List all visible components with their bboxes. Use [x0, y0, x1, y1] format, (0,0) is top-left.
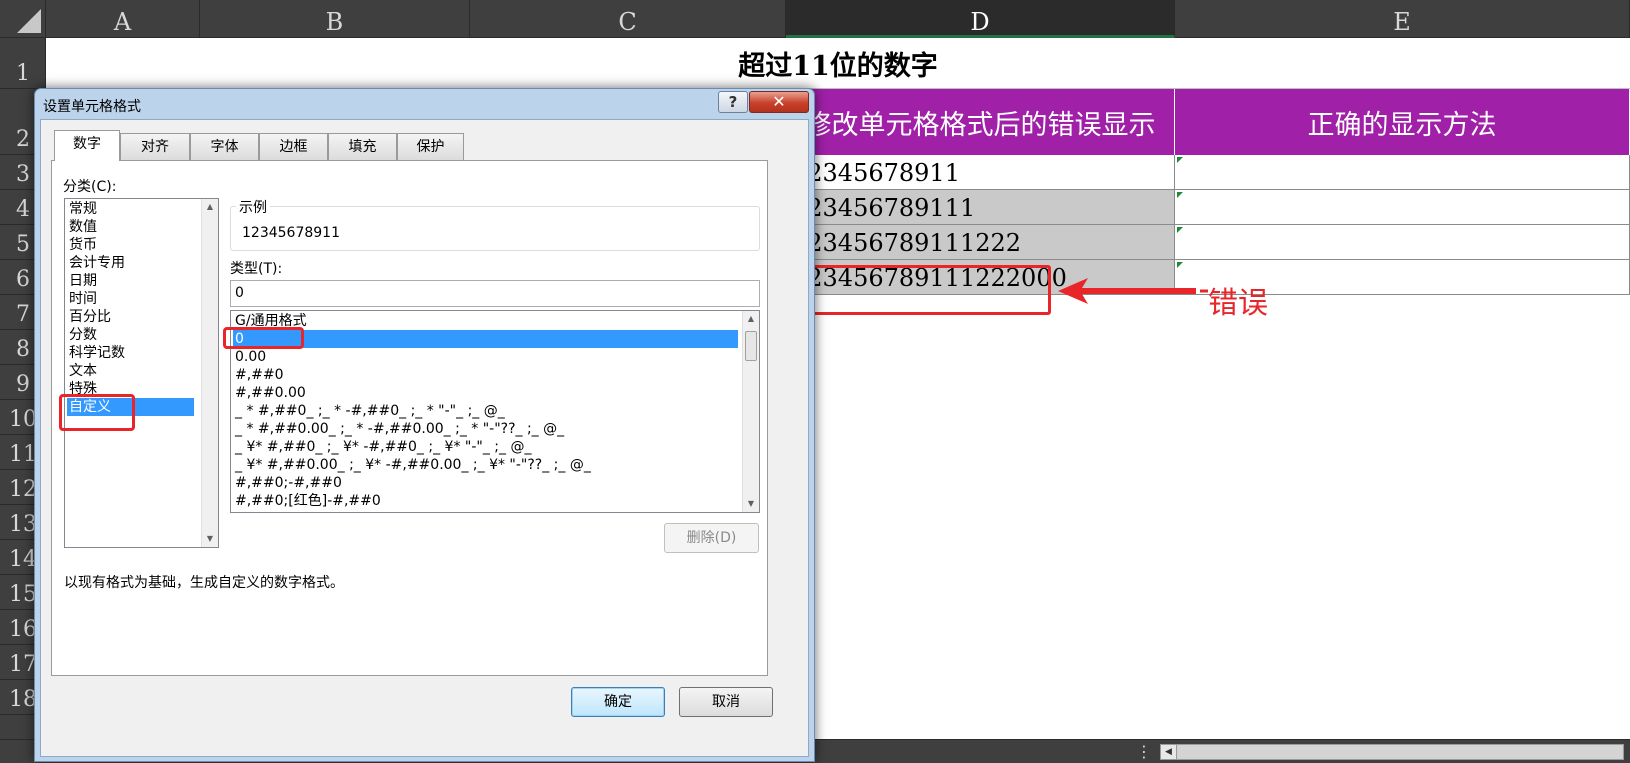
category-scrollbar[interactable]: ▲ ▼	[201, 199, 218, 547]
cell-e3[interactable]	[1175, 155, 1630, 190]
error-indicator-icon[interactable]	[1177, 157, 1183, 163]
cell-d4[interactable]: 123456789111	[786, 190, 1175, 225]
horizontal-scrollbar[interactable]: ◀	[1160, 744, 1624, 760]
type-item[interactable]: #,##0.00	[233, 384, 738, 402]
cancel-button[interactable]: 取消	[679, 687, 773, 717]
header-cell-e[interactable]: 正确的显示方法	[1175, 89, 1630, 155]
delete-button[interactable]: 删除(D)	[664, 523, 759, 553]
type-list[interactable]: G/通用格式 0 0.00 #,##0 #,##0.00 _ * #,##0_ …	[230, 310, 760, 513]
scroll-down-icon[interactable]: ▼	[743, 496, 759, 512]
column-header-b[interactable]: B	[200, 0, 470, 38]
cell-d3[interactable]: 12345678911	[786, 155, 1175, 190]
number-tab-panel: 分类(C): 常规 数值 货币 会计专用 日期 时间 百分比 分数 科学记数 文…	[51, 160, 768, 676]
category-item[interactable]: 科学记数	[67, 344, 197, 362]
tab-alignment[interactable]: 对齐	[120, 133, 190, 160]
category-item[interactable]: 文本	[67, 362, 197, 380]
error-indicator-icon[interactable]	[1177, 192, 1183, 198]
type-item[interactable]: G/通用格式	[233, 312, 738, 330]
tab-font[interactable]: 字体	[190, 133, 259, 160]
close-icon[interactable]: ✕	[749, 91, 809, 113]
category-item[interactable]: 百分比	[67, 308, 197, 326]
format-description: 以现有格式为基础，生成自定义的数字格式。	[64, 575, 344, 591]
type-item[interactable]: _ ¥* #,##0_ ;_ ¥* -#,##0_ ;_ ¥* "-"_ ;_ …	[233, 438, 738, 456]
scroll-up-icon[interactable]: ▲	[202, 199, 218, 215]
sample-label: 示例	[236, 197, 270, 217]
category-item[interactable]: 数值	[67, 218, 197, 236]
category-item[interactable]: 时间	[67, 290, 197, 308]
type-item[interactable]: #,##0;-#,##0	[233, 474, 738, 492]
type-label: 类型(T):	[230, 261, 283, 277]
column-header-e[interactable]: E	[1175, 0, 1630, 38]
error-indicator-icon[interactable]	[1177, 262, 1183, 268]
cell-e4[interactable]	[1175, 190, 1630, 225]
category-item[interactable]: 日期	[67, 272, 197, 290]
type-item[interactable]: #,##0;[红色]-#,##0	[233, 492, 738, 510]
scroll-thumb[interactable]	[745, 331, 757, 361]
category-label: 分类(C):	[63, 179, 117, 195]
highlight-custom-category	[59, 394, 135, 431]
error-annotation-label: 错误	[1208, 286, 1268, 321]
category-list[interactable]: 常规 数值 货币 会计专用 日期 时间 百分比 分数 科学记数 文本 特殊 自定…	[64, 198, 219, 548]
scroll-left-icon[interactable]: ◀	[1161, 745, 1177, 759]
category-item[interactable]: 分数	[67, 326, 197, 344]
tab-protection[interactable]: 保护	[397, 133, 464, 160]
title-cell[interactable]: 超过11位的数字	[46, 38, 1630, 89]
dialog-title: 设置单元格格式	[43, 99, 141, 115]
highlight-type-zero	[223, 327, 304, 349]
type-item[interactable]: #,##0	[233, 366, 738, 384]
column-header-a[interactable]: A	[46, 0, 200, 38]
type-item-selected[interactable]: 0	[233, 330, 738, 348]
row-header[interactable]: 1	[0, 38, 46, 89]
column-header-c[interactable]: C	[470, 0, 786, 38]
type-item[interactable]: _ * #,##0.00_ ;_ * -#,##0.00_ ;_ * "-"??…	[233, 420, 738, 438]
category-item[interactable]: 常规	[67, 200, 197, 218]
dialog-body: 数字 对齐 字体 边框 填充 保护 分类(C): 常规 数值 货币 会计专用 日…	[40, 119, 809, 757]
cell-e5[interactable]	[1175, 225, 1630, 260]
error-indicator-icon[interactable]	[1177, 227, 1183, 233]
category-item[interactable]: 会计专用	[67, 254, 197, 272]
column-header-d[interactable]: D	[786, 0, 1175, 38]
arrow-left-icon	[1058, 278, 1208, 304]
column-headers: A B C D E	[46, 0, 1630, 38]
format-cells-dialog: 设置单元格格式 ? ✕ 数字 对齐 字体 边框 填充 保护 分类(C): 常规 …	[34, 88, 815, 762]
scroll-down-icon[interactable]: ▼	[202, 531, 218, 547]
excel-window: A B C D E 1 2 3 4 5 6 7 8 9 10 11 12 13 …	[0, 0, 1630, 763]
type-item[interactable]: 0.00	[233, 348, 738, 366]
tab-number[interactable]: 数字	[54, 130, 120, 161]
type-input[interactable]: 0	[230, 280, 760, 307]
type-item[interactable]: _ * #,##0_ ;_ * -#,##0_ ;_ * "-"_ ;_ @_	[233, 402, 738, 420]
error-highlight-box	[792, 265, 1051, 315]
more-options-icon[interactable]: ⋮	[1136, 742, 1152, 761]
header-cell-d[interactable]: 修改单元格格式后的错误显示	[786, 89, 1175, 155]
tab-border[interactable]: 边框	[259, 133, 328, 160]
select-all-corner[interactable]	[0, 0, 46, 38]
tab-fill[interactable]: 填充	[328, 133, 397, 160]
category-item[interactable]: 货币	[67, 236, 197, 254]
scroll-up-icon[interactable]: ▲	[743, 311, 759, 327]
cell-d5[interactable]: 123456789111222	[786, 225, 1175, 260]
type-item[interactable]: _ ¥* #,##0.00_ ;_ ¥* -#,##0.00_ ;_ ¥* "-…	[233, 456, 738, 474]
help-icon[interactable]: ?	[718, 91, 748, 113]
type-scrollbar[interactable]: ▲ ▼	[742, 311, 759, 512]
ok-button[interactable]: 确定	[571, 687, 665, 717]
sample-value: 12345678911	[242, 225, 340, 241]
